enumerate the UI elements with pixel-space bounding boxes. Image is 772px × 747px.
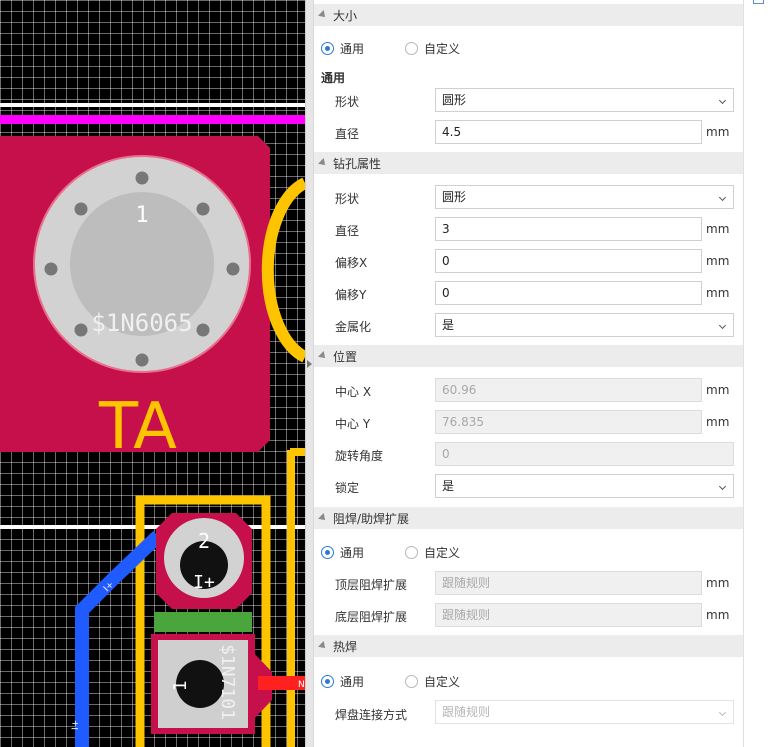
position-lock-select[interactable]: 是	[435, 474, 734, 498]
section-mask-header[interactable]: 阻焊/助焊扩展	[314, 507, 743, 529]
right-tab-strip	[743, 0, 772, 747]
size-shape-select[interactable]: 圆形	[435, 88, 734, 112]
green-strip	[154, 612, 252, 632]
size-radio-general[interactable]: 通用	[321, 40, 364, 57]
radio-checked-icon[interactable]	[321, 675, 334, 688]
silkscreen-arc	[261, 177, 305, 363]
radio-unchecked-icon[interactable]	[405, 42, 418, 55]
unit-label: mm	[706, 608, 730, 622]
drill-shape-label: 形状	[335, 192, 360, 206]
size-diameter-input[interactable]: 4.5	[435, 120, 702, 144]
position-lock-label: 锁定	[335, 481, 360, 495]
collapse-arrow-icon[interactable]	[307, 360, 312, 368]
drill-offset-x-input[interactable]: 0	[435, 249, 702, 273]
position-center-x-label: 中心 X	[335, 385, 372, 399]
collapse-triangle-icon[interactable]	[318, 513, 328, 523]
pcb-canvas[interactable]: 1 $1N6065 TA I+ I+ 2 I+ 1 $1N7101 N	[0, 0, 305, 747]
board-edge-bottom	[0, 525, 305, 529]
drill-offset-y-label: 偏移Y	[335, 288, 367, 302]
mask-radio-general[interactable]: 通用	[321, 544, 364, 561]
unit-label: mm	[706, 254, 730, 268]
pad-3-number: 1	[170, 681, 191, 692]
collapse-triangle-icon[interactable]	[318, 641, 328, 651]
unit-label: mm	[706, 576, 730, 590]
thermal-radio-custom[interactable]: 自定义	[405, 673, 460, 690]
unit-label: mm	[706, 222, 730, 236]
unit-label: mm	[706, 415, 730, 429]
radio-checked-icon[interactable]	[321, 42, 334, 55]
radio-unchecked-icon[interactable]	[405, 675, 418, 688]
chevron-down-icon	[718, 193, 727, 202]
section-size-header[interactable]: 大小	[314, 4, 743, 26]
drill-diameter-input[interactable]: 3	[435, 217, 702, 241]
unit-label: mm	[706, 286, 730, 300]
mask-bottom-label: 底层阻焊扩展	[335, 610, 408, 624]
drill-offset-y-input[interactable]: 0	[435, 281, 702, 305]
panel-tab-icon[interactable]	[753, 0, 764, 4]
chevron-down-icon	[718, 482, 727, 491]
drill-plated-label: 金属化	[335, 320, 372, 334]
mask-top-label: 顶层阻焊扩展	[335, 578, 408, 592]
position-rotation-label: 旋转角度	[335, 449, 384, 463]
size-general-label: 通用	[321, 71, 346, 85]
size-shape-label: 形状	[335, 95, 360, 109]
section-position-header[interactable]: 位置	[314, 345, 743, 367]
drill-shape-select[interactable]: 圆形	[435, 185, 734, 209]
thermal-radio-general[interactable]: 通用	[321, 673, 364, 690]
pad-3-net-label: $1N7101	[217, 644, 238, 720]
thermal-connection-label: 焊盘连接方式	[335, 708, 408, 722]
chevron-down-icon	[718, 708, 727, 717]
radio-unchecked-icon[interactable]	[405, 546, 418, 559]
position-center-y-label: 中心 Y	[335, 417, 371, 431]
drill-plated-select[interactable]: 是	[435, 313, 734, 337]
size-diameter-label: 直径	[335, 127, 360, 141]
section-thermal-header[interactable]: 热焊	[314, 635, 743, 657]
section-drill-header[interactable]: 钻孔属性	[314, 152, 743, 174]
magenta-track[interactable]	[0, 115, 305, 124]
trace-label-2: I+	[71, 720, 81, 730]
collapse-triangle-icon[interactable]	[318, 158, 328, 168]
pad-1-number: 1	[135, 203, 148, 228]
board-edge-top	[0, 103, 305, 107]
unit-label: mm	[706, 125, 730, 139]
unit-label: mm	[706, 383, 730, 397]
position-rotation-input[interactable]: 0	[435, 442, 734, 466]
pad-2-number: 2	[198, 529, 210, 553]
mask-top-input[interactable]: 跟随规则	[435, 571, 702, 595]
thermal-connection-select[interactable]: 跟随规则	[435, 700, 734, 724]
blue-trace[interactable]	[75, 530, 163, 747]
panel-splitter[interactable]	[305, 0, 314, 747]
properties-panel: 大小 通用 自定义 通用 形状 圆形 直径 4.5 mm 钻孔属性 形状 圆形 …	[314, 0, 743, 747]
radio-checked-icon[interactable]	[321, 546, 334, 559]
collapse-triangle-icon[interactable]	[318, 10, 328, 20]
pad-2-net-label: I+	[193, 572, 215, 593]
mask-bottom-input[interactable]: 跟随规则	[435, 603, 702, 627]
drill-diameter-label: 直径	[335, 224, 360, 238]
position-center-x-input[interactable]: 60.96	[435, 378, 702, 402]
mask-radio-custom[interactable]: 自定义	[405, 544, 460, 561]
collapse-triangle-icon[interactable]	[318, 351, 328, 361]
size-radio-custom[interactable]: 自定义	[405, 40, 460, 57]
edge-label: N	[298, 680, 305, 690]
chevron-down-icon	[718, 96, 727, 105]
position-center-y-input[interactable]: 76.835	[435, 410, 702, 434]
chevron-down-icon	[718, 321, 727, 330]
pad-1-net-label: $1N6065	[91, 309, 192, 337]
silkscreen-text: TA	[98, 390, 177, 464]
pcb-drawing: 1 $1N6065 TA I+ I+ 2 I+ 1 $1N7101 N	[0, 103, 305, 747]
silkscreen-right-bar	[287, 450, 295, 747]
drill-offset-x-label: 偏移X	[335, 256, 368, 270]
